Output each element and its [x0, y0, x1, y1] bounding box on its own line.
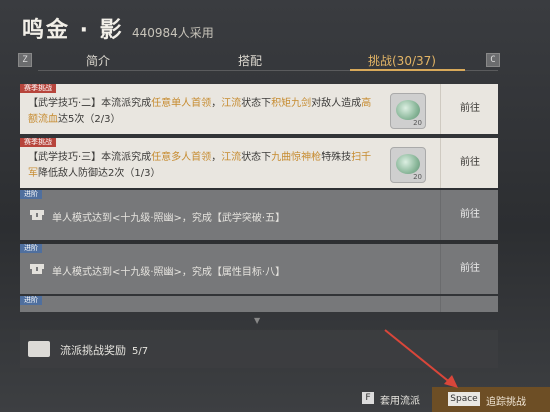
footer-bar: F 套用流派 Space 追踪挑战	[0, 385, 550, 412]
space-key: Space	[448, 392, 480, 406]
desc-highlight: 任意单人首领	[151, 98, 212, 109]
reward-label: 流派挑战奖励 5/7	[60, 342, 148, 358]
reward-item-slot[interactable]: 20	[390, 147, 426, 183]
reward-item-slot[interactable]: 20	[390, 93, 426, 129]
tab-prev-key[interactable]: Z	[18, 53, 32, 67]
desc-highlight: 九曲惊神枪	[271, 152, 322, 163]
desc-text: 【武学技巧·二】本流派究成	[28, 98, 152, 109]
tab-bar: Z 简介 搭配 挑战(30/37) C	[18, 52, 500, 71]
go-button[interactable]: 前往	[440, 296, 498, 312]
desc-highlight: 江流	[221, 152, 242, 163]
go-button[interactable]: 前往	[440, 190, 498, 240]
page-title: 鸣金 · 影	[22, 18, 124, 43]
desc-text: 【武学技巧·三】本流派究成	[28, 152, 152, 163]
reward-quantity: 20	[413, 119, 422, 127]
go-button[interactable]: 前往	[440, 244, 498, 294]
challenge-reward-bar[interactable]: 流派挑战奖励 5/7	[20, 330, 498, 368]
tab-combo[interactable]: 搭配	[238, 52, 262, 69]
challenge-description: 【武学技巧·三】本流派究成任意多人首领，江流状态下九曲惊神枪特殊技扫千军降低敌人…	[28, 150, 378, 182]
challenge-card[interactable]: 进阶 前往	[20, 296, 498, 312]
desc-text: 降低敌人防御达2次（1/3）	[38, 168, 161, 179]
desc-text: 状态下	[241, 152, 272, 163]
scroll-down-icon[interactable]: ▼	[254, 316, 260, 325]
jade-icon	[396, 100, 420, 120]
chest-icon	[30, 264, 44, 274]
chest-icon	[28, 341, 50, 357]
season-tag: 赛季挑战	[20, 84, 56, 93]
desc-text: 对敌人造成	[311, 98, 362, 109]
desc-text: 特殊技	[321, 152, 352, 163]
desc-text: 状态下	[241, 98, 272, 109]
advance-tag: 进阶	[20, 244, 42, 253]
challenge-card[interactable]: 进阶 单人模式达到<十九级·照幽>，究成【属性目标·八】 前往	[20, 244, 498, 294]
challenge-description: 单人模式达到<十九级·照幽>，究成【武学突破·五】	[52, 213, 286, 224]
apply-key[interactable]: F	[362, 392, 374, 404]
challenge-card[interactable]: 赛季挑战 【武学技巧·二】本流派究成任意单人首领，江流状态下积矩九剑对敌人造成高…	[20, 84, 498, 134]
chest-icon	[30, 210, 44, 220]
tab-intro[interactable]: 简介	[86, 52, 110, 69]
challenge-card[interactable]: 进阶 单人模式达到<十九级·照幽>，究成【武学突破·五】 前往	[20, 190, 498, 240]
desc-text: 达5次（2/3）	[58, 114, 121, 125]
go-button[interactable]: 前往	[440, 138, 498, 188]
challenge-description: 【武学技巧·二】本流派究成任意单人首领，江流状态下积矩九剑对敌人造成高额流血达5…	[28, 96, 378, 128]
track-challenge-label: 追踪挑战	[486, 397, 526, 408]
reward-quantity: 20	[413, 173, 422, 181]
desc-highlight: 任意多人首领	[151, 152, 212, 163]
tab-next-key[interactable]: C	[486, 53, 500, 67]
adoption-count: 440984人采用	[132, 26, 214, 40]
jade-icon	[396, 154, 420, 174]
reward-title: 流派挑战奖励	[60, 344, 126, 357]
apply-school-button[interactable]: 套用流派	[380, 392, 420, 407]
challenge-list[interactable]: 赛季挑战 【武学技巧·二】本流派究成任意单人首领，江流状态下积矩九剑对敌人造成高…	[20, 84, 498, 312]
track-challenge-button[interactable]: Space 追踪挑战	[432, 387, 550, 412]
advance-tag: 进阶	[20, 296, 42, 305]
reward-progress: 5/7	[132, 346, 149, 357]
challenge-description: 单人模式达到<十九级·照幽>，究成【属性目标·八】	[52, 267, 286, 278]
tab-challenge[interactable]: 挑战(30/37)	[368, 52, 436, 69]
go-button[interactable]: 前往	[440, 84, 498, 134]
desc-text: ，	[211, 98, 222, 109]
desc-text: ，	[211, 152, 222, 163]
desc-highlight: 积矩九剑	[271, 98, 312, 109]
advance-tag: 进阶	[20, 190, 42, 199]
desc-highlight: 江流	[221, 98, 242, 109]
active-tab-indicator	[350, 69, 465, 71]
challenge-card[interactable]: 赛季挑战 【武学技巧·三】本流派究成任意多人首领，江流状态下九曲惊神枪特殊技扫千…	[20, 138, 498, 188]
season-tag: 赛季挑战	[20, 138, 56, 147]
